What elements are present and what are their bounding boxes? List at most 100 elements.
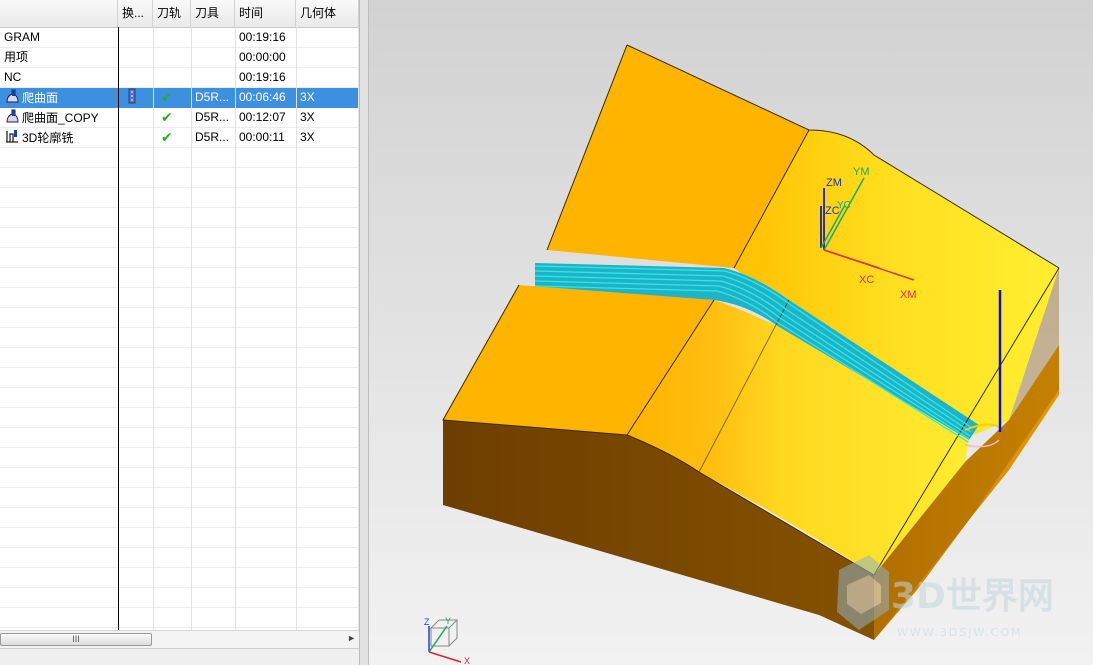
- operation-name-label: NC: [4, 70, 22, 84]
- empty-row: [0, 348, 359, 368]
- operation-name-label: 3D轮廓铣: [22, 131, 74, 146]
- col-time[interactable]: 时间: [235, 0, 296, 27]
- operation-row[interactable]: 3D轮廓铣 ✔ D5R... 00:00:11 3X: [0, 128, 359, 148]
- contour-area-operation-icon: [4, 108, 20, 127]
- empty-row: [0, 328, 359, 348]
- time-cell: 00:06:46: [239, 90, 286, 104]
- horizontal-scrollbar[interactable]: III ►: [0, 630, 359, 648]
- toolchange-cell: [118, 28, 153, 47]
- tool-cell: [191, 28, 235, 47]
- empty-row: [0, 548, 359, 568]
- toolpath-status-check-icon: [153, 28, 191, 47]
- empty-row: [0, 228, 359, 248]
- geom-cell: [296, 68, 359, 87]
- column-divider: [296, 27, 297, 631]
- pane-splitter[interactable]: [359, 0, 369, 665]
- column-divider: [153, 27, 154, 631]
- navigator-header: 换... 刀轨 刀具 时间 几何体: [0, 0, 359, 28]
- csys-zm-label: ZM: [826, 177, 842, 189]
- time-cell: 00:12:07: [239, 110, 286, 124]
- empty-row: [0, 428, 359, 448]
- operation-name-cell: 3D轮廓铣: [0, 128, 118, 147]
- col-tool[interactable]: 刀具: [191, 0, 235, 27]
- time-cell: 00:00:11: [239, 130, 285, 144]
- tool-cell: [191, 48, 235, 67]
- toolpath-status-check-icon: [153, 48, 191, 67]
- empty-row: [0, 608, 359, 628]
- empty-row: [0, 248, 359, 268]
- operation-row[interactable]: 爬曲面 ✔ D5R... 00:06:46 3X: [0, 88, 359, 108]
- operation-row[interactable]: 用项 00:00:00: [0, 48, 359, 68]
- toolpath-check: ✔: [161, 109, 173, 125]
- tool-cell: D5R...: [195, 130, 230, 144]
- empty-row: [0, 448, 359, 468]
- toolchange-cell: [118, 128, 153, 147]
- operation-name-cell: 爬曲面_COPY: [0, 108, 118, 127]
- empty-row: [0, 208, 359, 228]
- toolpath-status-check-icon: ✔: [153, 88, 191, 107]
- operation-name-label: 爬曲面_COPY: [22, 111, 99, 126]
- empty-row: [0, 288, 359, 308]
- triad-y-label: Y: [445, 616, 451, 626]
- time-cell: 00:19:16: [239, 30, 286, 44]
- operation-row[interactable]: 爬曲面_COPY ✔ D5R... 00:12:07 3X: [0, 108, 359, 128]
- toolchange-cell: [118, 108, 153, 127]
- empty-row: [0, 268, 359, 288]
- tool-cell: D5R...: [195, 90, 230, 104]
- scroll-thumb[interactable]: III: [0, 633, 152, 646]
- empty-row: [0, 188, 359, 208]
- toolpath-status-check-icon: ✔: [153, 128, 191, 147]
- empty-row: [0, 488, 359, 508]
- operation-navigator: 换... 刀轨 刀具 时间 几何体 GRAM 00:19:16 用项 00:00:00 NC 00…: [0, 0, 359, 665]
- tool-cell: [191, 68, 235, 87]
- view-triad: Z Y X: [424, 616, 470, 665]
- csys-yc-label: YC: [837, 200, 851, 211]
- navigator-bottom-strip: [0, 648, 359, 665]
- empty-row: [0, 528, 359, 548]
- contour-area-operation-icon: [4, 88, 20, 107]
- empty-row: [0, 588, 359, 608]
- col-toolpath[interactable]: 刀轨: [153, 0, 191, 27]
- geom-cell: [296, 48, 359, 67]
- column-divider: [191, 27, 192, 631]
- toolchange-cell: [118, 88, 153, 107]
- operation-name-cell: 爬曲面: [0, 88, 118, 107]
- part-model-canvas[interactable]: ZM YM ZC YC XC XM Z Y X 3D世界网 WWW.3DSJW.…: [369, 0, 1093, 665]
- operation-name-cell: 用项: [0, 48, 118, 67]
- geom-cell: 3X: [300, 90, 315, 104]
- col-geometry[interactable]: 几何体: [296, 0, 359, 27]
- tool-cell: D5R...: [195, 110, 230, 124]
- csys-xc-label: XC: [859, 274, 874, 286]
- col-toolchange[interactable]: 换...: [118, 0, 153, 27]
- triad-z-label: Z: [424, 617, 430, 627]
- empty-row: [0, 148, 359, 168]
- empty-row: [0, 508, 359, 528]
- toolchange-cell: [118, 48, 153, 67]
- column-divider: [118, 27, 119, 631]
- col-name[interactable]: [0, 0, 118, 27]
- csys-xm-label: XM: [900, 289, 917, 301]
- scroll-right-arrow-icon[interactable]: ►: [347, 633, 356, 643]
- toolpath-status-check-icon: [153, 68, 191, 87]
- column-divider: [235, 27, 236, 631]
- watermark-url-text: WWW.3DSJW.COM: [897, 626, 1023, 639]
- empty-row: [0, 368, 359, 388]
- operation-row[interactable]: NC 00:19:16: [0, 68, 359, 88]
- profile-3d-operation-icon: [4, 128, 20, 147]
- operation-name-label: 爬曲面: [22, 91, 59, 106]
- graphics-window[interactable]: ZM YM ZC YC XC XM Z Y X 3D世界网 WWW.3DSJW.…: [369, 0, 1093, 665]
- empty-row: [0, 388, 359, 408]
- toolchange-cell: [118, 68, 153, 87]
- geom-cell: [296, 28, 359, 47]
- operation-row[interactable]: GRAM 00:19:16: [0, 28, 359, 48]
- csys-ym-label: YM: [853, 166, 870, 178]
- operation-name-cell: GRAM: [0, 28, 118, 47]
- tool-change-icon: [128, 88, 136, 107]
- time-cell: 00:19:16: [239, 70, 286, 84]
- toolpath-check: ✔: [161, 129, 173, 145]
- empty-row: [0, 568, 359, 588]
- time-cell: 00:00:00: [239, 50, 286, 64]
- triad-x-label: X: [464, 656, 470, 665]
- toolpath-check: ✔: [161, 89, 173, 105]
- toolpath-status-check-icon: ✔: [153, 108, 191, 127]
